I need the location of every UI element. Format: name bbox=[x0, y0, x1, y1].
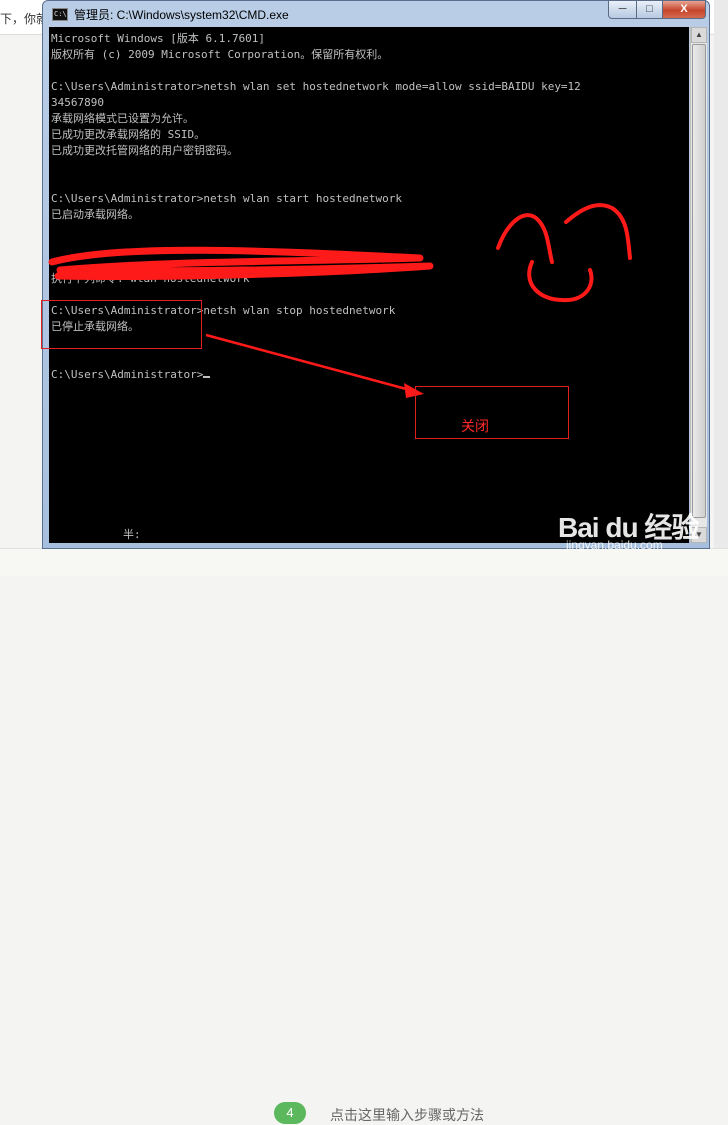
step-input-placeholder[interactable]: 点击这里输入步骤或方法 bbox=[330, 1105, 484, 1125]
console-line: 34567890 bbox=[51, 96, 104, 109]
console-line: 已成功更改承载网络的 SSID。 bbox=[51, 128, 206, 141]
console-line: 版权所有 (c) 2009 Microsoft Corporation。保留所有… bbox=[51, 48, 389, 61]
close-button[interactable]: X bbox=[662, 0, 706, 19]
watermark-url: jingyan.baidu.com bbox=[566, 538, 663, 552]
background-page-edge bbox=[714, 0, 728, 575]
maximize-button[interactable]: □ bbox=[636, 0, 663, 19]
scroll-up-arrow-icon[interactable]: ▲ bbox=[691, 27, 707, 43]
title-bar[interactable]: C:\ 管理员: C:\Windows\system32\CMD.exe ─ □… bbox=[43, 0, 709, 27]
text-cursor bbox=[203, 376, 211, 378]
console-line: 已启动承载网络。 bbox=[51, 208, 139, 221]
background-cut-text: 下，你就 bbox=[0, 12, 49, 26]
console-line: 已成功更改托管网络的用户密钥密码。 bbox=[51, 144, 238, 157]
console-line: 承载网络模式已设置为允许。 bbox=[51, 112, 194, 125]
cmd-window[interactable]: C:\ 管理员: C:\Windows\system32\CMD.exe ─ □… bbox=[42, 0, 710, 549]
console-line: C:\Users\Administrator>netsh wlan set ho… bbox=[51, 80, 581, 93]
console-prompt: C:\Users\Administrator> bbox=[51, 368, 204, 381]
console-line: C:\Users\Administrator>netsh wlan start … bbox=[51, 192, 402, 205]
ime-status: 半: bbox=[123, 528, 141, 541]
scrollbar-thumb[interactable] bbox=[692, 44, 706, 518]
window-title: 管理员: C:\Windows\system32\CMD.exe bbox=[74, 8, 289, 22]
step-number-badge: 4 bbox=[274, 1102, 306, 1124]
console-line: 执行下列命令: wlan hostednetwork bbox=[51, 272, 250, 285]
console-prompt-line: C:\Users\Administrator> bbox=[51, 367, 211, 383]
minimize-button[interactable]: ─ bbox=[608, 0, 637, 19]
highlight-box-close-label bbox=[415, 386, 569, 439]
background-step-editor: 4 点击这里输入步骤或方法 bbox=[0, 548, 728, 1124]
vertical-scrollbar[interactable]: ▲ ▼ bbox=[690, 27, 707, 543]
cmd-app-icon[interactable]: C:\ bbox=[52, 8, 68, 21]
close-annotation-label: 关闭 bbox=[461, 418, 489, 434]
console-line: Microsoft Windows [版本 6.1.7601] bbox=[51, 32, 266, 45]
console-output[interactable]: Microsoft Windows [版本 6.1.7601] 版权所有 (c)… bbox=[49, 27, 689, 543]
highlight-box-stop-result bbox=[41, 300, 202, 349]
